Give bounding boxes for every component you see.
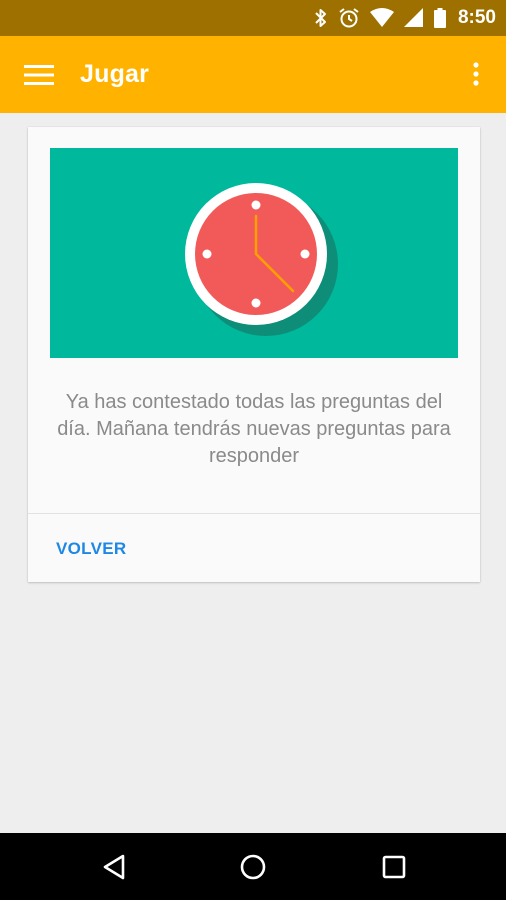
hamburger-menu-icon xyxy=(24,64,54,85)
volver-button[interactable]: VOLVER xyxy=(46,527,136,571)
illustration-banner xyxy=(50,148,458,358)
home-button[interactable] xyxy=(223,841,283,893)
card-divider xyxy=(28,513,480,514)
more-vert-icon xyxy=(473,62,479,86)
back-icon xyxy=(103,854,125,880)
bluetooth-icon xyxy=(314,8,328,28)
recents-icon xyxy=(382,855,406,879)
back-button[interactable] xyxy=(84,841,144,893)
status-bar: 8:50 xyxy=(0,0,506,36)
status-time: 8:50 xyxy=(457,7,496,28)
page-title: Jugar xyxy=(80,60,150,88)
overflow-menu-button[interactable] xyxy=(456,54,496,94)
recents-button[interactable] xyxy=(364,841,424,893)
completion-message: Ya has contestado todas las preguntas de… xyxy=(57,391,451,467)
clock-icon xyxy=(185,183,338,336)
app-bar: Jugar xyxy=(0,36,506,113)
navigation-bar xyxy=(0,833,506,900)
battery-icon xyxy=(433,8,446,28)
home-icon xyxy=(240,854,266,880)
wifi-icon xyxy=(369,8,394,28)
menu-button[interactable] xyxy=(0,36,78,113)
signal-icon xyxy=(403,8,424,28)
info-card: Ya has contestado todas las preguntas de… xyxy=(28,127,480,582)
alarm-icon xyxy=(338,7,360,29)
